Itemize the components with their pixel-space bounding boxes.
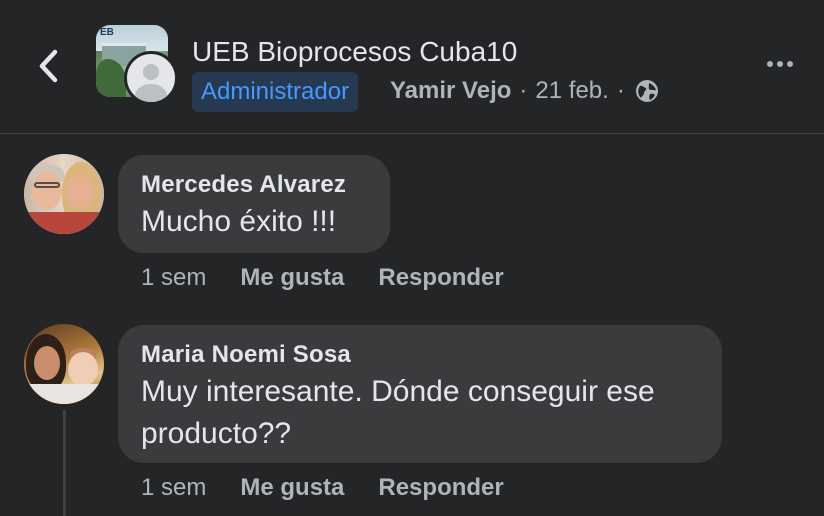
role-badge: Administrador <box>192 72 359 112</box>
reply-thread-line <box>63 410 66 516</box>
post-header: EB UEB Bioprocesos Cuba10 Administrador … <box>0 0 824 134</box>
post-date[interactable]: 21 feb. <box>535 77 608 105</box>
globe-icon <box>635 80 658 102</box>
author-avatar[interactable] <box>124 51 178 105</box>
commenter-name[interactable]: Maria Noemi Sosa <box>141 341 698 369</box>
like-button[interactable]: Me gusta <box>240 474 344 502</box>
comment-time[interactable]: 1 sem <box>141 264 206 292</box>
comment-bubble[interactable]: Maria Noemi Sosa Muy interesante. Dónde … <box>118 325 722 463</box>
meta-separator: · <box>616 77 625 104</box>
reply-button[interactable]: Responder <box>378 264 503 292</box>
more-horizontal-icon <box>767 61 773 67</box>
group-avatar-text: EB <box>100 27 114 38</box>
commenter-avatar[interactable] <box>24 154 104 234</box>
comment-text: Muy interesante. Dónde conseguir ese pro… <box>141 375 655 450</box>
comment-actions: 1 sem Me gusta Responder <box>141 474 504 502</box>
like-button[interactable]: Me gusta <box>240 264 344 292</box>
commenter-name[interactable]: Mercedes Alvarez <box>141 171 366 199</box>
comment-bubble[interactable]: Mercedes Alvarez Mucho éxito !!! <box>118 155 390 253</box>
chevron-left-icon <box>39 49 58 83</box>
meta-separator: · <box>519 77 528 104</box>
post-comments-screen: EB UEB Bioprocesos Cuba10 Administrador … <box>0 0 824 516</box>
comment-time[interactable]: 1 sem <box>141 474 206 502</box>
comment-actions: 1 sem Me gusta Responder <box>141 264 504 292</box>
post-meta: Yamir Vejo · 21 feb. · <box>390 77 659 105</box>
reply-button[interactable]: Responder <box>378 474 503 502</box>
more-options-button[interactable] <box>756 44 804 84</box>
back-button[interactable] <box>28 44 68 88</box>
comment-text: Mucho éxito !!! <box>141 205 337 238</box>
commenter-avatar[interactable] <box>24 324 104 404</box>
author-name[interactable]: Yamir Vejo <box>390 77 511 105</box>
group-name[interactable]: UEB Bioprocesos Cuba10 <box>192 36 517 68</box>
header-divider <box>0 133 824 134</box>
